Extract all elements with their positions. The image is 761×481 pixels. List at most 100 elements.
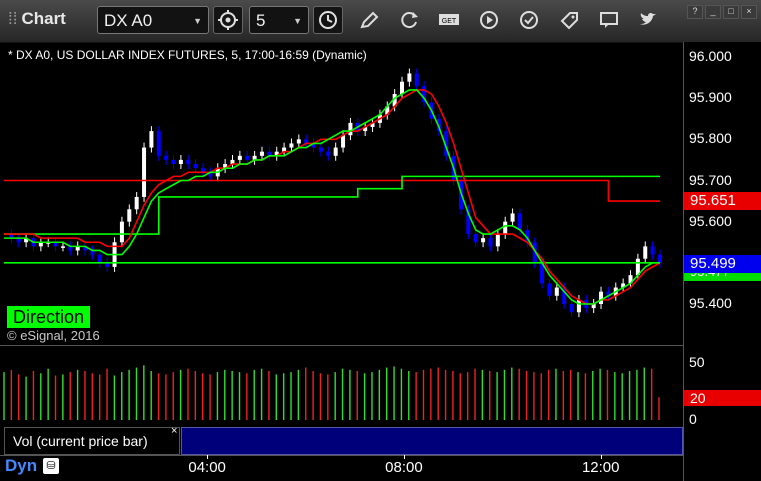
- lock-icon[interactable]: ⛁: [43, 458, 59, 474]
- close-study-icon[interactable]: ×: [171, 425, 177, 437]
- candle-body: [554, 287, 559, 296]
- link-tag-icon[interactable]: [558, 9, 580, 31]
- upper-step-line: [4, 179, 660, 202]
- candle-body: [473, 234, 478, 243]
- chart-title: * DX A0, US DOLLAR INDEX FUTURES, 5, 17:…: [8, 48, 367, 62]
- candle-body: [407, 73, 412, 82]
- candle-body: [333, 147, 338, 156]
- candle-body: [245, 155, 250, 160]
- price-tick-label: 95.400: [689, 295, 732, 311]
- upper-band-tag: 95.651: [684, 192, 761, 210]
- candle-body: [547, 283, 552, 296]
- price-tick-label: 95.600: [689, 212, 732, 229]
- volume-tag: 20: [684, 390, 761, 406]
- window-title-text: Chart: [21, 9, 66, 28]
- candle-body: [495, 234, 500, 247]
- candle-body: [186, 159, 191, 165]
- play-icon[interactable]: [478, 9, 500, 31]
- candle-body: [400, 81, 405, 95]
- direction-badge[interactable]: Direction: [7, 306, 91, 328]
- interval-input[interactable]: 5 ▼: [249, 6, 309, 34]
- candle-body: [119, 221, 124, 243]
- price-tick-label: 95.800: [689, 130, 732, 147]
- interval-value: 5: [256, 11, 266, 30]
- interval-dropdown-icon[interactable]: ▼: [293, 7, 302, 35]
- candle-body: [341, 135, 346, 148]
- close-icon[interactable]: ×: [741, 5, 757, 19]
- comment-icon[interactable]: [598, 9, 620, 31]
- candle-body: [576, 299, 581, 313]
- price-tick-label: 95.900: [689, 89, 732, 106]
- chart-window: ⁞⁞ Chart DX A0 ▼ 5 ▼ GET ? _ □ × 96.000 …: [0, 0, 761, 481]
- candle-body: [503, 221, 508, 235]
- gripper-icon[interactable]: ⁞⁞: [8, 9, 17, 28]
- candle-body: [643, 246, 648, 259]
- interval-clock-button[interactable]: [313, 6, 343, 34]
- candle-body: [414, 73, 419, 86]
- symbol-value: DX A0: [104, 11, 153, 30]
- candle-body: [60, 246, 65, 248]
- help-icon[interactable]: ?: [687, 5, 703, 19]
- time-tick-label: 12:00: [581, 459, 620, 476]
- price-chart[interactable]: [0, 42, 683, 346]
- dynamic-mode-label[interactable]: Dyn: [5, 456, 37, 476]
- time-axis[interactable]: [0, 455, 683, 481]
- candle-body: [237, 155, 242, 160]
- candle-body: [164, 155, 169, 160]
- price-tick-label: 95.700: [689, 171, 732, 188]
- symbol-dropdown-icon[interactable]: ▼: [193, 7, 202, 35]
- time-tick-label: 08:00: [385, 459, 423, 476]
- draw-pencil-icon[interactable]: [358, 9, 380, 31]
- candle-body: [296, 139, 301, 144]
- clock-icon: [319, 11, 337, 29]
- time-tick-mark: [600, 455, 602, 459]
- gear-icon: [218, 10, 238, 30]
- volume-chart[interactable]: [0, 346, 683, 427]
- checkmark-icon[interactable]: [518, 9, 540, 31]
- candle-body: [326, 151, 331, 156]
- maximize-icon[interactable]: □: [723, 5, 739, 19]
- candle-body: [171, 159, 176, 165]
- candle-body: [127, 209, 132, 222]
- candle-body: [134, 196, 139, 210]
- candle-body: [97, 254, 102, 263]
- candle-body: [149, 131, 154, 148]
- toolbar: ⁞⁞ Chart DX A0 ▼ 5 ▼ GET ? _ □ ×: [0, 0, 761, 43]
- minimize-icon[interactable]: _: [705, 5, 721, 19]
- time-tick-mark: [404, 455, 406, 459]
- time-tick-label: 04:00: [188, 459, 226, 476]
- candle-body: [481, 238, 486, 243]
- get-data-label: GET: [442, 18, 457, 25]
- candle-body: [517, 213, 522, 230]
- candle-body: [650, 246, 655, 255]
- candle-body: [599, 291, 604, 304]
- candle-body: [259, 151, 264, 156]
- copyright-text: © eSignal, 2016: [7, 328, 100, 343]
- candle-body: [178, 159, 183, 165]
- refresh-icon[interactable]: [398, 9, 420, 31]
- symbol-settings-button[interactable]: [213, 6, 243, 34]
- candle-body: [569, 304, 574, 313]
- window-title: ⁞⁞ Chart: [8, 9, 66, 29]
- last-price-tag: 95.499: [684, 255, 761, 273]
- twitter-icon[interactable]: [637, 9, 659, 31]
- lower-step-line: [4, 175, 660, 235]
- candle-body: [510, 213, 515, 222]
- volume-study-label[interactable]: Vol (current price bar): [4, 427, 180, 455]
- volume-tick-label: 50: [689, 354, 705, 370]
- candle-body: [289, 143, 294, 148]
- candle-body: [156, 131, 161, 156]
- price-tick-label: 96.000: [689, 48, 732, 64]
- candle-body: [488, 238, 493, 247]
- volume-tick-label: 0: [689, 411, 697, 427]
- study-title-bar: [181, 427, 683, 455]
- candle-body: [142, 147, 147, 197]
- candle-body: [318, 147, 323, 152]
- window-controls: ? _ □ ×: [685, 1, 757, 19]
- time-tick-mark: [207, 455, 209, 459]
- symbol-input[interactable]: DX A0 ▼: [97, 6, 209, 34]
- candle-body: [193, 164, 198, 169]
- candle-body: [658, 254, 662, 263]
- candle-body: [348, 122, 353, 136]
- get-data-icon[interactable]: GET: [438, 9, 460, 31]
